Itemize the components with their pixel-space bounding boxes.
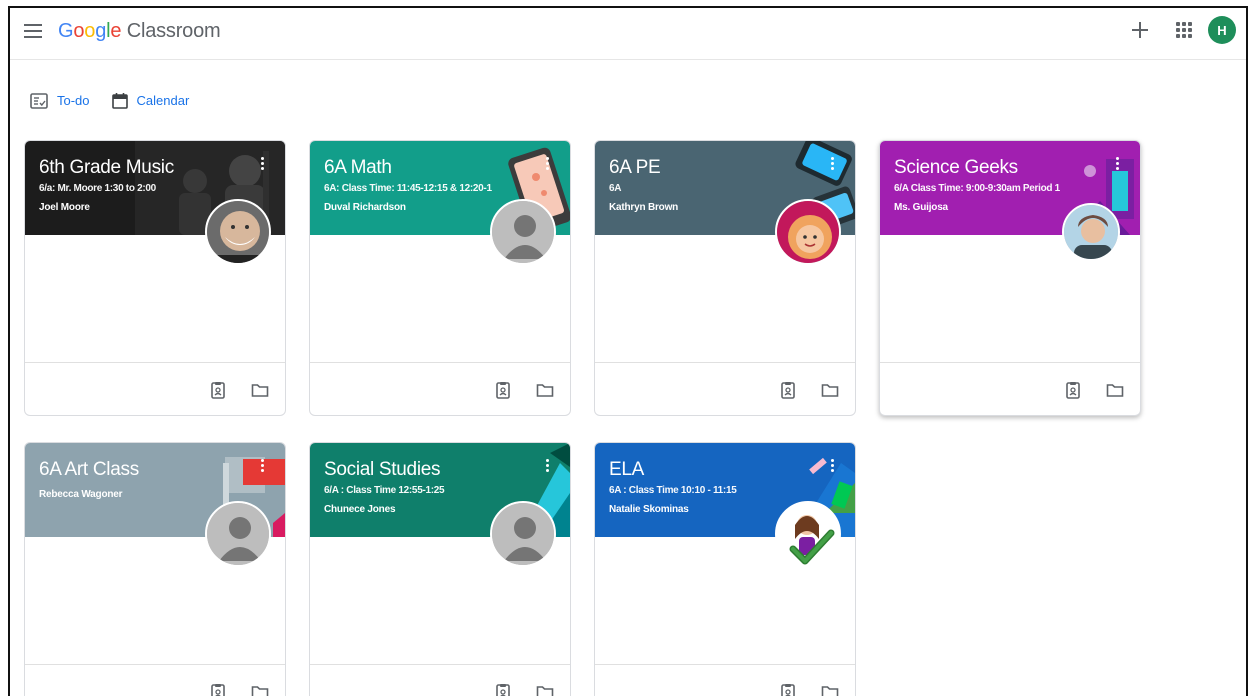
class-title[interactable]: ELA <box>609 459 855 481</box>
card-footer <box>880 363 1140 415</box>
calendar-link[interactable]: Calendar <box>111 92 190 109</box>
google-classroom-logo[interactable]: Google Classroom <box>58 20 221 43</box>
default-avatar <box>205 501 271 567</box>
assignment-clipboard-icon[interactable] <box>779 381 797 399</box>
teacher-bitmoji <box>775 501 841 567</box>
user-avatar[interactable]: H <box>1208 16 1236 44</box>
class-title[interactable]: Science Geeks <box>894 157 1140 179</box>
todo-list-icon <box>30 92 48 109</box>
class-card-science-geeks[interactable]: Science Geeks 6/A Class Time: 9:00-9:30a… <box>879 140 1141 416</box>
logo-letter: e <box>110 20 122 42</box>
more-vert-icon[interactable] <box>259 459 265 475</box>
default-avatar <box>490 199 556 265</box>
logo-product-name: Classroom <box>121 20 221 42</box>
assignment-clipboard-icon[interactable] <box>494 683 512 696</box>
folder-icon[interactable] <box>251 381 269 399</box>
more-vert-icon[interactable] <box>259 157 265 173</box>
calendar-label: Calendar <box>136 93 190 108</box>
class-section: 6/A : Class Time 12:55-1:25 <box>324 485 445 496</box>
class-card-6a-math[interactable]: 6A Math 6A: Class Time: 11:45-12:15 & 12… <box>309 140 571 416</box>
class-title[interactable]: 6A PE <box>609 157 855 179</box>
default-avatar <box>490 501 556 567</box>
assignment-clipboard-icon[interactable] <box>494 381 512 399</box>
classroom-window: Google Classroom H To-do Calendar 6th Gr… <box>8 6 1248 696</box>
logo-letter: o <box>73 20 85 42</box>
card-footer <box>595 363 855 415</box>
folder-icon[interactable] <box>821 683 839 696</box>
class-title[interactable]: Social Studies <box>324 459 570 481</box>
class-card-social-studies[interactable]: Social Studies 6/A : Class Time 12:55-1:… <box>309 442 571 696</box>
class-title[interactable]: 6th Grade Music <box>39 157 285 179</box>
secondary-nav: To-do Calendar <box>30 92 189 109</box>
class-title[interactable]: 6A Math <box>324 157 570 179</box>
more-vert-icon[interactable] <box>1114 157 1120 173</box>
teacher-photo <box>205 199 271 265</box>
class-card-6a-art-class[interactable]: 6A Art Class Rebecca Wagoner <box>24 442 286 696</box>
more-vert-icon[interactable] <box>544 459 550 475</box>
todo-link[interactable]: To-do <box>30 92 90 109</box>
hamburger-menu-icon[interactable] <box>24 24 42 38</box>
class-section: 6A : Class Time 10:10 - 11:15 <box>609 485 737 496</box>
card-footer <box>25 665 285 696</box>
class-teacher: Rebecca Wagoner <box>39 489 123 500</box>
teacher-photo <box>1062 203 1120 261</box>
folder-icon[interactable] <box>536 381 554 399</box>
plus-icon[interactable] <box>1130 20 1150 40</box>
calendar-icon <box>111 93 128 109</box>
logo-letter: g <box>95 20 107 42</box>
class-section: 6/a: Mr. Moore 1:30 to 2:00 <box>39 183 156 194</box>
card-footer <box>310 665 570 696</box>
card-footer <box>595 665 855 696</box>
more-vert-icon[interactable] <box>829 157 835 173</box>
folder-icon[interactable] <box>1106 381 1124 399</box>
grid-apps-icon[interactable] <box>1176 22 1192 38</box>
class-section: 6A <box>609 183 622 194</box>
top-app-bar: Google Classroom H <box>10 8 1246 60</box>
card-footer <box>310 363 570 415</box>
more-vert-icon[interactable] <box>829 459 835 475</box>
assignment-clipboard-icon[interactable] <box>209 381 227 399</box>
folder-icon[interactable] <box>536 683 554 696</box>
class-section: 6/A Class Time: 9:00-9:30am Period 1 <box>894 183 1060 194</box>
assignment-clipboard-icon[interactable] <box>1064 381 1082 399</box>
class-title[interactable]: 6A Art Class <box>39 459 285 481</box>
folder-icon[interactable] <box>251 683 269 696</box>
logo-letter: G <box>58 20 74 42</box>
assignment-clipboard-icon[interactable] <box>209 683 227 696</box>
more-vert-icon[interactable] <box>544 157 550 173</box>
assignment-clipboard-icon[interactable] <box>779 683 797 696</box>
class-section: 6A: Class Time: 11:45-12:15 & 12:20-1 <box>324 183 492 194</box>
todo-label: To-do <box>57 93 90 108</box>
class-card-6th-grade-music[interactable]: 6th Grade Music 6/a: Mr. Moore 1:30 to 2… <box>24 140 286 416</box>
card-footer <box>25 363 285 415</box>
folder-icon[interactable] <box>821 381 839 399</box>
logo-letter: o <box>84 20 96 42</box>
class-card-6a-pe[interactable]: 6A PE 6A Kathryn Brown <box>594 140 856 416</box>
class-card-ela[interactable]: ELA 6A : Class Time 10:10 - 11:15 Natali… <box>594 442 856 696</box>
teacher-photo <box>775 199 841 265</box>
